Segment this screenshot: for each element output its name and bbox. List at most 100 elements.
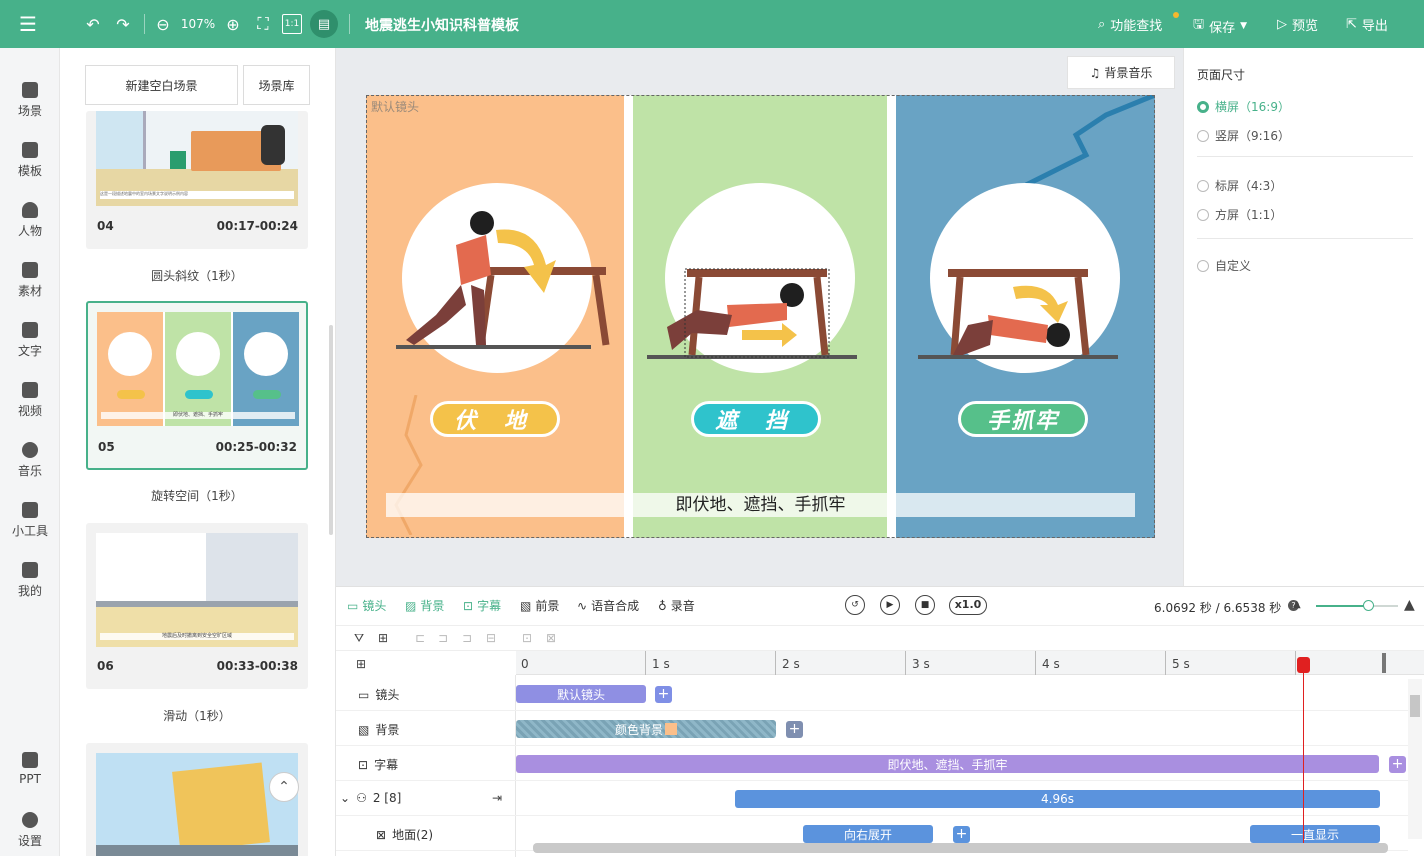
subtitle-bar[interactable]: 即伏地、遮挡、手抓牢 bbox=[386, 493, 1135, 517]
tool-camera[interactable]: ▭ 镜头 bbox=[347, 597, 386, 614]
undo-icon[interactable]: ↶ bbox=[82, 12, 104, 36]
clip-default-camera[interactable]: 默认镜头 bbox=[516, 685, 646, 703]
new-blank-scene-button[interactable]: 新建空白场景 bbox=[85, 65, 238, 105]
scene-card[interactable]: 地震后及时撤离到安全空旷区域 06 00:33-00:38 bbox=[86, 523, 308, 689]
nav-tools[interactable]: 小工具 bbox=[0, 502, 60, 539]
scene-library-button[interactable]: 场景库 bbox=[243, 65, 310, 105]
radio-label: 标屏（4:3） bbox=[1215, 179, 1283, 193]
nav-text[interactable]: 文字 bbox=[0, 322, 60, 359]
speed-button[interactable]: x1.0 bbox=[949, 596, 987, 615]
nav-ppt[interactable]: PPT bbox=[0, 752, 60, 786]
tool-tts[interactable]: ∿ 语音合成 bbox=[577, 597, 639, 614]
menu-icon[interactable]: ☰ bbox=[14, 12, 42, 36]
preview-button[interactable]: ▷ 预览 bbox=[1277, 15, 1318, 34]
radio-square[interactable]: 方屏（1:1） bbox=[1197, 206, 1282, 223]
clapper-icon[interactable]: ▤ bbox=[310, 10, 338, 38]
preview-icon: ▷ bbox=[1277, 17, 1287, 32]
nav-label: 素材 bbox=[17, 284, 42, 298]
radio-custom[interactable]: 自定义 bbox=[1197, 257, 1251, 274]
align-center-icon[interactable]: ⊐ bbox=[438, 631, 448, 645]
replay-button[interactable]: ↺ bbox=[845, 595, 865, 615]
scene-card[interactable]: 即伏地、遮挡、手抓牢 05 00:25-00:32 bbox=[86, 301, 308, 470]
stop-icon: ■ bbox=[920, 600, 930, 610]
scene-card[interactable]: 这是一段描述地震中的室内场景文字说明示例内容 04 00:17-00:24 bbox=[86, 111, 308, 249]
save-button[interactable]: 🖫 保存 ▼ bbox=[1193, 15, 1247, 37]
timeline-hscroll[interactable] bbox=[533, 843, 1388, 853]
scroll-thumb[interactable] bbox=[1410, 695, 1420, 717]
tool-background[interactable]: ▨ 背景 bbox=[405, 597, 444, 614]
transition-label[interactable]: 圆头斜纹（1秒） bbox=[86, 267, 308, 284]
time-ruler[interactable]: 0 1 s 2 s 3 s 4 s 5 s bbox=[516, 651, 1424, 675]
track-label: ⊡ 字幕 bbox=[358, 756, 398, 773]
collapse-chevron-icon[interactable]: ⌄ bbox=[340, 791, 350, 805]
ungroup-icon[interactable]: ⇥ bbox=[492, 791, 502, 805]
nav-characters[interactable]: 人物 bbox=[0, 202, 60, 239]
clip-group-duration[interactable]: 4.96s bbox=[735, 790, 1380, 808]
play-button[interactable]: ▶ bbox=[880, 595, 900, 615]
redo-icon[interactable]: ↷ bbox=[112, 12, 134, 36]
video-icon bbox=[22, 382, 38, 398]
timeline-vscroll[interactable] bbox=[1408, 679, 1422, 839]
radio-label: 自定义 bbox=[1215, 259, 1252, 273]
background-music-button[interactable]: ♫ 背景音乐 bbox=[1067, 56, 1175, 89]
tool-subtitle[interactable]: ⊡ 字幕 bbox=[463, 597, 501, 614]
nav-materials[interactable]: 素材 bbox=[0, 262, 60, 299]
upload-icon bbox=[22, 562, 38, 578]
nav-scenes[interactable]: 场景 bbox=[0, 82, 60, 119]
nav-video[interactable]: 视频 bbox=[0, 382, 60, 419]
feature-search-button[interactable]: ⌕ 功能查找 bbox=[1098, 15, 1162, 34]
scroll-top-button[interactable]: ⌃ bbox=[269, 772, 299, 802]
nav-music[interactable]: 音乐 bbox=[0, 442, 60, 479]
clip-always-show[interactable]: 一直显示 bbox=[1250, 825, 1380, 843]
save-label: 保存 bbox=[1209, 20, 1236, 36]
layer-up-icon[interactable]: ⊡ bbox=[522, 631, 532, 645]
transition-label[interactable]: 旋转空间（1秒） bbox=[86, 487, 308, 504]
filter-icon[interactable]: ⛛ bbox=[354, 631, 364, 646]
nav-templates[interactable]: 模板 bbox=[0, 142, 60, 179]
radio-portrait[interactable]: 竖屏（9:16） bbox=[1197, 127, 1290, 144]
add-button[interactable]: + bbox=[953, 826, 970, 843]
scene-scrollbar[interactable] bbox=[329, 325, 333, 535]
edit-toolbar: ⛛ ⊞ ⊏ ⊐ ⊐ ⊟ ⊡ ⊠ bbox=[336, 625, 1424, 651]
slider-knob[interactable] bbox=[1363, 600, 1374, 611]
align-left-icon[interactable]: ⊏ bbox=[415, 631, 425, 645]
transition-label[interactable]: 滑动（1秒） bbox=[86, 707, 308, 724]
person-icon bbox=[22, 202, 38, 218]
stage[interactable]: 伏 地 遮 挡 手抓牢 即伏地、遮挡、手抓牢 bbox=[366, 95, 1155, 538]
clip-enter-animation[interactable]: 向右展开 bbox=[803, 825, 933, 843]
notification-dot bbox=[1173, 12, 1179, 18]
group-icon[interactable]: ⊞ bbox=[378, 631, 388, 645]
clip-subtitle[interactable]: 即伏地、遮挡、手抓牢 bbox=[516, 755, 1379, 773]
tool-foreground[interactable]: ▧ 前景 bbox=[520, 597, 559, 614]
radio-standard[interactable]: 标屏（4:3） bbox=[1197, 177, 1282, 194]
scene-card[interactable] bbox=[86, 743, 308, 856]
zoom-out-icon[interactable]: ⊖ bbox=[152, 12, 174, 36]
nav-mine[interactable]: 我的 bbox=[0, 562, 60, 599]
track-label-text: 地面(2) bbox=[392, 828, 434, 842]
playhead-handle[interactable] bbox=[1297, 657, 1310, 673]
zoom-in-icon[interactable]: ⊕ bbox=[222, 12, 244, 36]
ppt-icon bbox=[22, 752, 38, 768]
fit-screen-icon[interactable]: ⛶ bbox=[252, 12, 274, 36]
stop-button[interactable]: ■ bbox=[915, 595, 935, 615]
preview-label: 预览 bbox=[1292, 19, 1319, 34]
align-right-icon[interactable]: ⊐ bbox=[462, 631, 472, 645]
layer-down-icon[interactable]: ⊠ bbox=[546, 631, 556, 645]
nav-settings[interactable]: 设置 bbox=[0, 812, 60, 849]
add-button[interactable]: + bbox=[655, 686, 672, 703]
distribute-icon[interactable]: ⊟ bbox=[486, 631, 496, 645]
clip-color-background[interactable]: 颜色背景 bbox=[516, 720, 776, 738]
zoom-out-mountain-icon[interactable]: ▲ bbox=[1293, 599, 1301, 610]
add-button[interactable]: + bbox=[1389, 756, 1406, 773]
export-button[interactable]: ⇱ 导出 bbox=[1346, 15, 1388, 34]
project-title[interactable]: 地震逃生小知识科普模板 bbox=[365, 15, 519, 35]
timeline-zoom-slider[interactable] bbox=[1316, 600, 1398, 611]
actual-size-icon[interactable]: 1:1 bbox=[282, 14, 302, 34]
zoom-in-mountain-icon[interactable]: ▲ bbox=[1404, 597, 1415, 613]
add-button[interactable]: + bbox=[786, 721, 803, 738]
radio-landscape[interactable]: 横屏（16:9） bbox=[1197, 98, 1290, 115]
end-marker[interactable] bbox=[1382, 653, 1386, 673]
scene-time: 00:33-00:38 bbox=[216, 659, 298, 673]
nav-label: 场景 bbox=[17, 104, 42, 118]
tool-record[interactable]: ♁ 录音 bbox=[658, 597, 695, 614]
